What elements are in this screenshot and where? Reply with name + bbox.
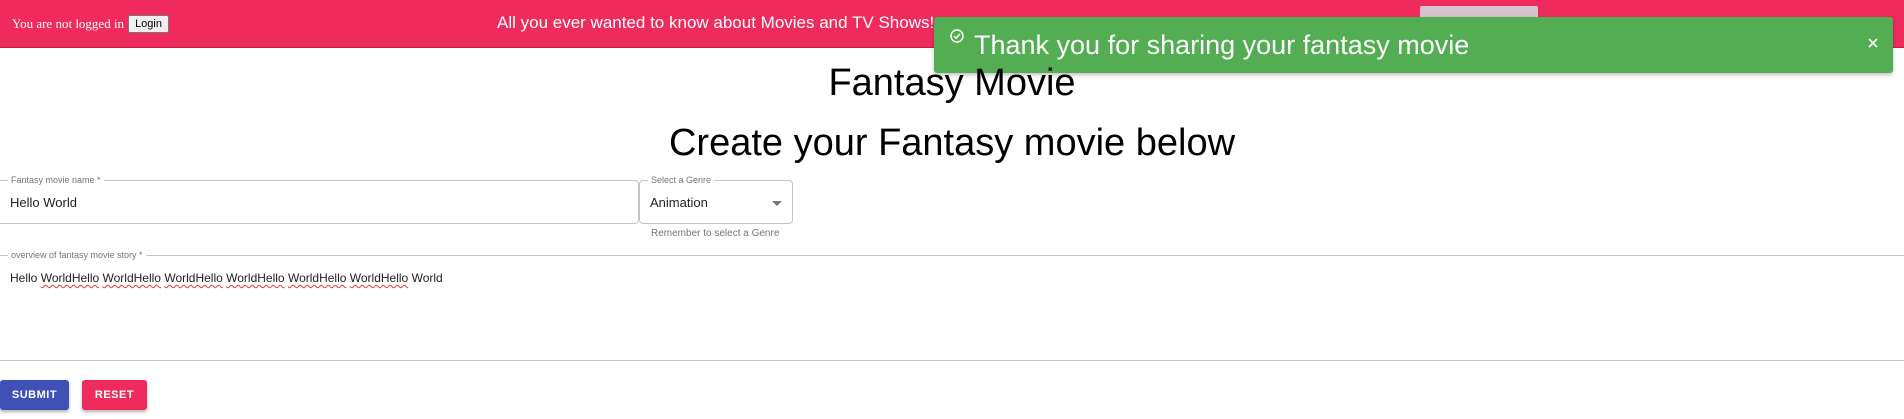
overview-word: WorldHello	[164, 271, 223, 285]
genre-label: Select a Genre	[648, 174, 715, 186]
login-button[interactable]: Login	[128, 15, 169, 33]
overview-word: WorldHello	[349, 271, 409, 285]
login-status: You are not logged in Login	[12, 15, 169, 33]
check-circle-icon	[950, 29, 964, 43]
toast-message: Thank you for sharing your fantasy movie	[974, 30, 1470, 60]
overview-label: overview of fantasy movie story *	[8, 249, 146, 261]
submit-button[interactable]: SUBMIT	[0, 380, 69, 410]
genre-value: Animation	[650, 195, 708, 210]
genre-select[interactable]: Select a Genre Animation	[639, 174, 793, 224]
overview-word: WorldHello	[40, 271, 100, 285]
page-subtitle: Create your Fantasy movie below	[668, 122, 1236, 164]
reset-button[interactable]: RESET	[82, 380, 147, 410]
chevron-down-icon[interactable]	[772, 201, 782, 206]
overview-field[interactable]: overview of fantasy movie story * Hello …	[0, 249, 1904, 361]
close-icon[interactable]	[1865, 35, 1881, 51]
page-title: Fantasy Movie	[828, 62, 1076, 104]
movie-name-input[interactable]: Hello World	[10, 195, 77, 210]
genre-helper-text: Remember to select a Genre	[651, 228, 780, 239]
overview-textarea[interactable]: Hello WorldHello WorldHello WorldHello W…	[10, 270, 443, 286]
login-status-text: You are not logged in	[12, 16, 125, 31]
overview-word: World	[411, 271, 443, 285]
overview-word: WorldHello	[102, 271, 161, 285]
overview-word: WorldHello	[287, 271, 347, 285]
site-tagline: All you ever wanted to know about Movies…	[497, 13, 935, 32]
movie-name-field[interactable]: Fantasy movie name * Hello World	[0, 174, 639, 224]
overview-word: WorldHello	[226, 271, 285, 285]
movie-name-label: Fantasy movie name *	[8, 174, 104, 186]
overview-word: Hello	[10, 271, 38, 285]
